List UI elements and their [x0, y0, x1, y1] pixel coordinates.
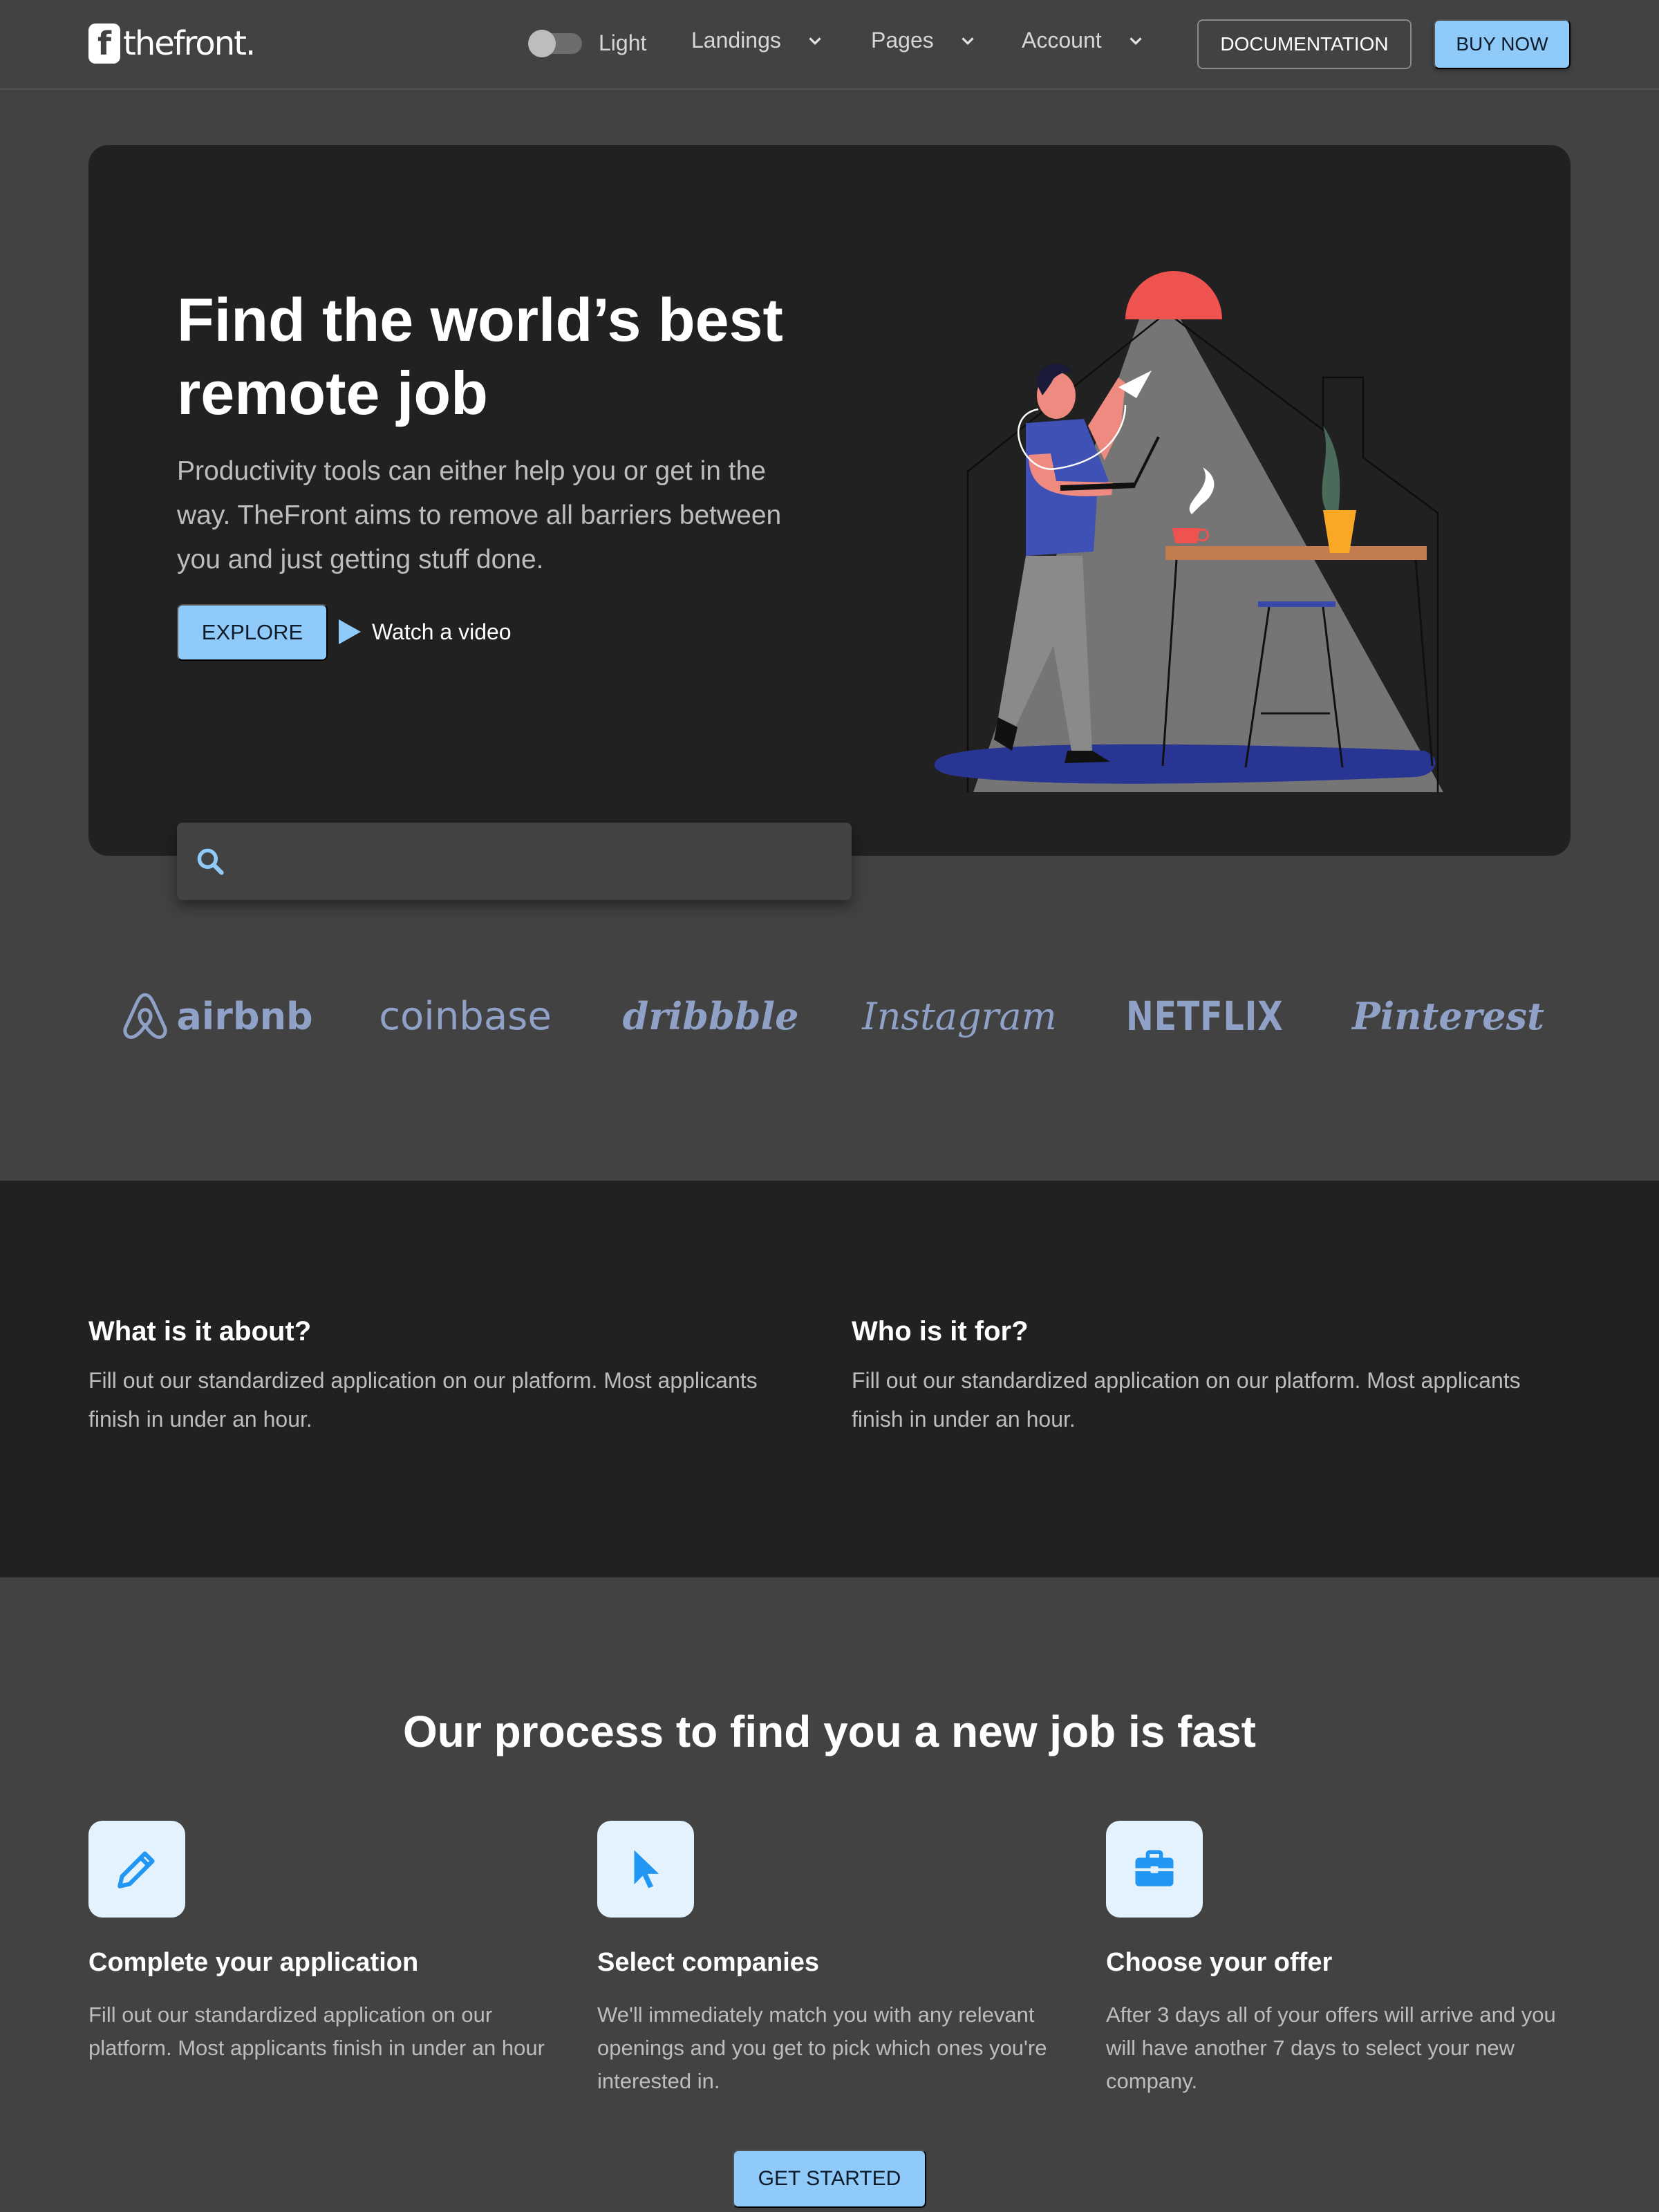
step-title: Select companies	[597, 1948, 820, 1977]
stool	[1258, 601, 1335, 607]
chevron-down-icon	[809, 37, 821, 45]
pinterest-wordmark: Pinterest	[1352, 994, 1544, 1038]
process-step-offer: Choose your offer After 3 days all of yo…	[1106, 1821, 1576, 2098]
logo-text: thefront.	[123, 24, 256, 63]
top-navbar: f thefront. Light Landings Pages Account…	[0, 0, 1659, 90]
buy-now-button[interactable]: BUY NOW	[1434, 19, 1571, 69]
documentation-button[interactable]: DOCUMENTATION	[1197, 19, 1412, 69]
job-search-bar[interactable]	[177, 823, 852, 900]
step-icon-tile	[597, 1821, 694, 1918]
lamp	[1125, 271, 1222, 319]
nav-pages[interactable]: Pages	[871, 28, 978, 53]
watch-video-link[interactable]: Watch a video	[337, 618, 512, 646]
dribbble-logo: dribbble	[586, 975, 835, 1058]
nav-landings[interactable]: Landings	[691, 28, 825, 53]
nav-account[interactable]: Account	[1022, 28, 1146, 53]
theme-label: Light	[599, 30, 647, 55]
instagram-logo: Instagram	[835, 975, 1084, 1058]
instagram-wordmark: Instagram	[862, 994, 1057, 1038]
remote-work-illustration	[934, 271, 1443, 792]
netflix-wordmark: NETFLIX	[1126, 993, 1284, 1040]
search-icon	[197, 848, 224, 875]
get-started-button[interactable]: GET STARTED	[733, 2150, 926, 2208]
hero-subtitle: Productivity tools can either help you o…	[177, 456, 782, 574]
chevron-down-icon	[1129, 37, 1142, 45]
pencil-icon	[118, 1851, 155, 1888]
chevron-down-icon	[962, 37, 974, 45]
client-logos: airbnb coinbase dribbble Instagram NETFL…	[88, 975, 1571, 1058]
about-item-title: Who is it for?	[852, 1316, 1029, 1347]
airbnb-icon	[123, 993, 167, 1039]
thefront-logo[interactable]: f thefront.	[88, 24, 256, 64]
nav-pages-label: Pages	[871, 28, 934, 53]
step-icon-tile	[88, 1821, 185, 1918]
about-item-text: Fill out our standardized application on…	[852, 1368, 1521, 1432]
cursor-icon	[634, 1850, 659, 1888]
coffee-cup	[1172, 528, 1200, 543]
rug	[934, 744, 1436, 784]
explore-button[interactable]: EXPLORE	[177, 604, 328, 661]
about-item-who: Who is it for? Fill out our standardized…	[852, 1316, 1577, 1438]
step-title: Choose your offer	[1106, 1948, 1333, 1977]
nav-landings-label: Landings	[691, 28, 781, 53]
plant	[1322, 426, 1340, 513]
about-item-what: What is it about? Fill out our standardi…	[88, 1316, 814, 1438]
step-text: We'll immediately match you with any rel…	[597, 2003, 1047, 2093]
theme-toggle[interactable]: Light	[528, 29, 647, 57]
coinbase-wordmark: coinbase	[379, 993, 552, 1039]
hero-card: Find the world’s best remote job Product…	[88, 145, 1571, 900]
step-title: Complete your application	[88, 1948, 419, 1977]
pinterest-logo: Pinterest	[1326, 975, 1571, 1058]
process-step-application: Complete your application Fill out our s…	[88, 1821, 559, 2065]
coinbase-logo: coinbase	[344, 975, 586, 1058]
step-icon-tile	[1106, 1821, 1203, 1918]
hero-title: Find the world’s best remote job	[177, 285, 783, 427]
job-search-input[interactable]	[239, 834, 852, 889]
briefcase-icon	[1135, 1850, 1174, 1886]
step-text: After 3 days all of your offers will arr…	[1106, 2003, 1556, 2093]
process-step-companies: Select companies We'll immediately match…	[597, 1821, 1067, 2098]
about-item-title: What is it about?	[88, 1316, 312, 1347]
airbnb-logo: airbnb	[88, 975, 344, 1058]
toggle-knob	[528, 29, 556, 57]
airbnb-wordmark: airbnb	[176, 994, 313, 1038]
netflix-logo: NETFLIX	[1084, 975, 1326, 1058]
dribbble-wordmark: dribbble	[622, 994, 799, 1038]
logo-mark: f	[88, 24, 120, 64]
table	[1165, 546, 1427, 560]
toggle-switch[interactable]	[528, 29, 582, 57]
nav-account-label: Account	[1022, 28, 1102, 53]
about-section: What is it about? Fill out our standardi…	[0, 1181, 1659, 1577]
process-title: Our process to find you a new job is fas…	[403, 1707, 1256, 1756]
play-icon	[339, 619, 361, 644]
about-item-text: Fill out our standardized application on…	[88, 1368, 758, 1432]
step-text: Fill out our standardized application on…	[88, 2003, 545, 2060]
watch-video-label: Watch a video	[372, 619, 512, 644]
